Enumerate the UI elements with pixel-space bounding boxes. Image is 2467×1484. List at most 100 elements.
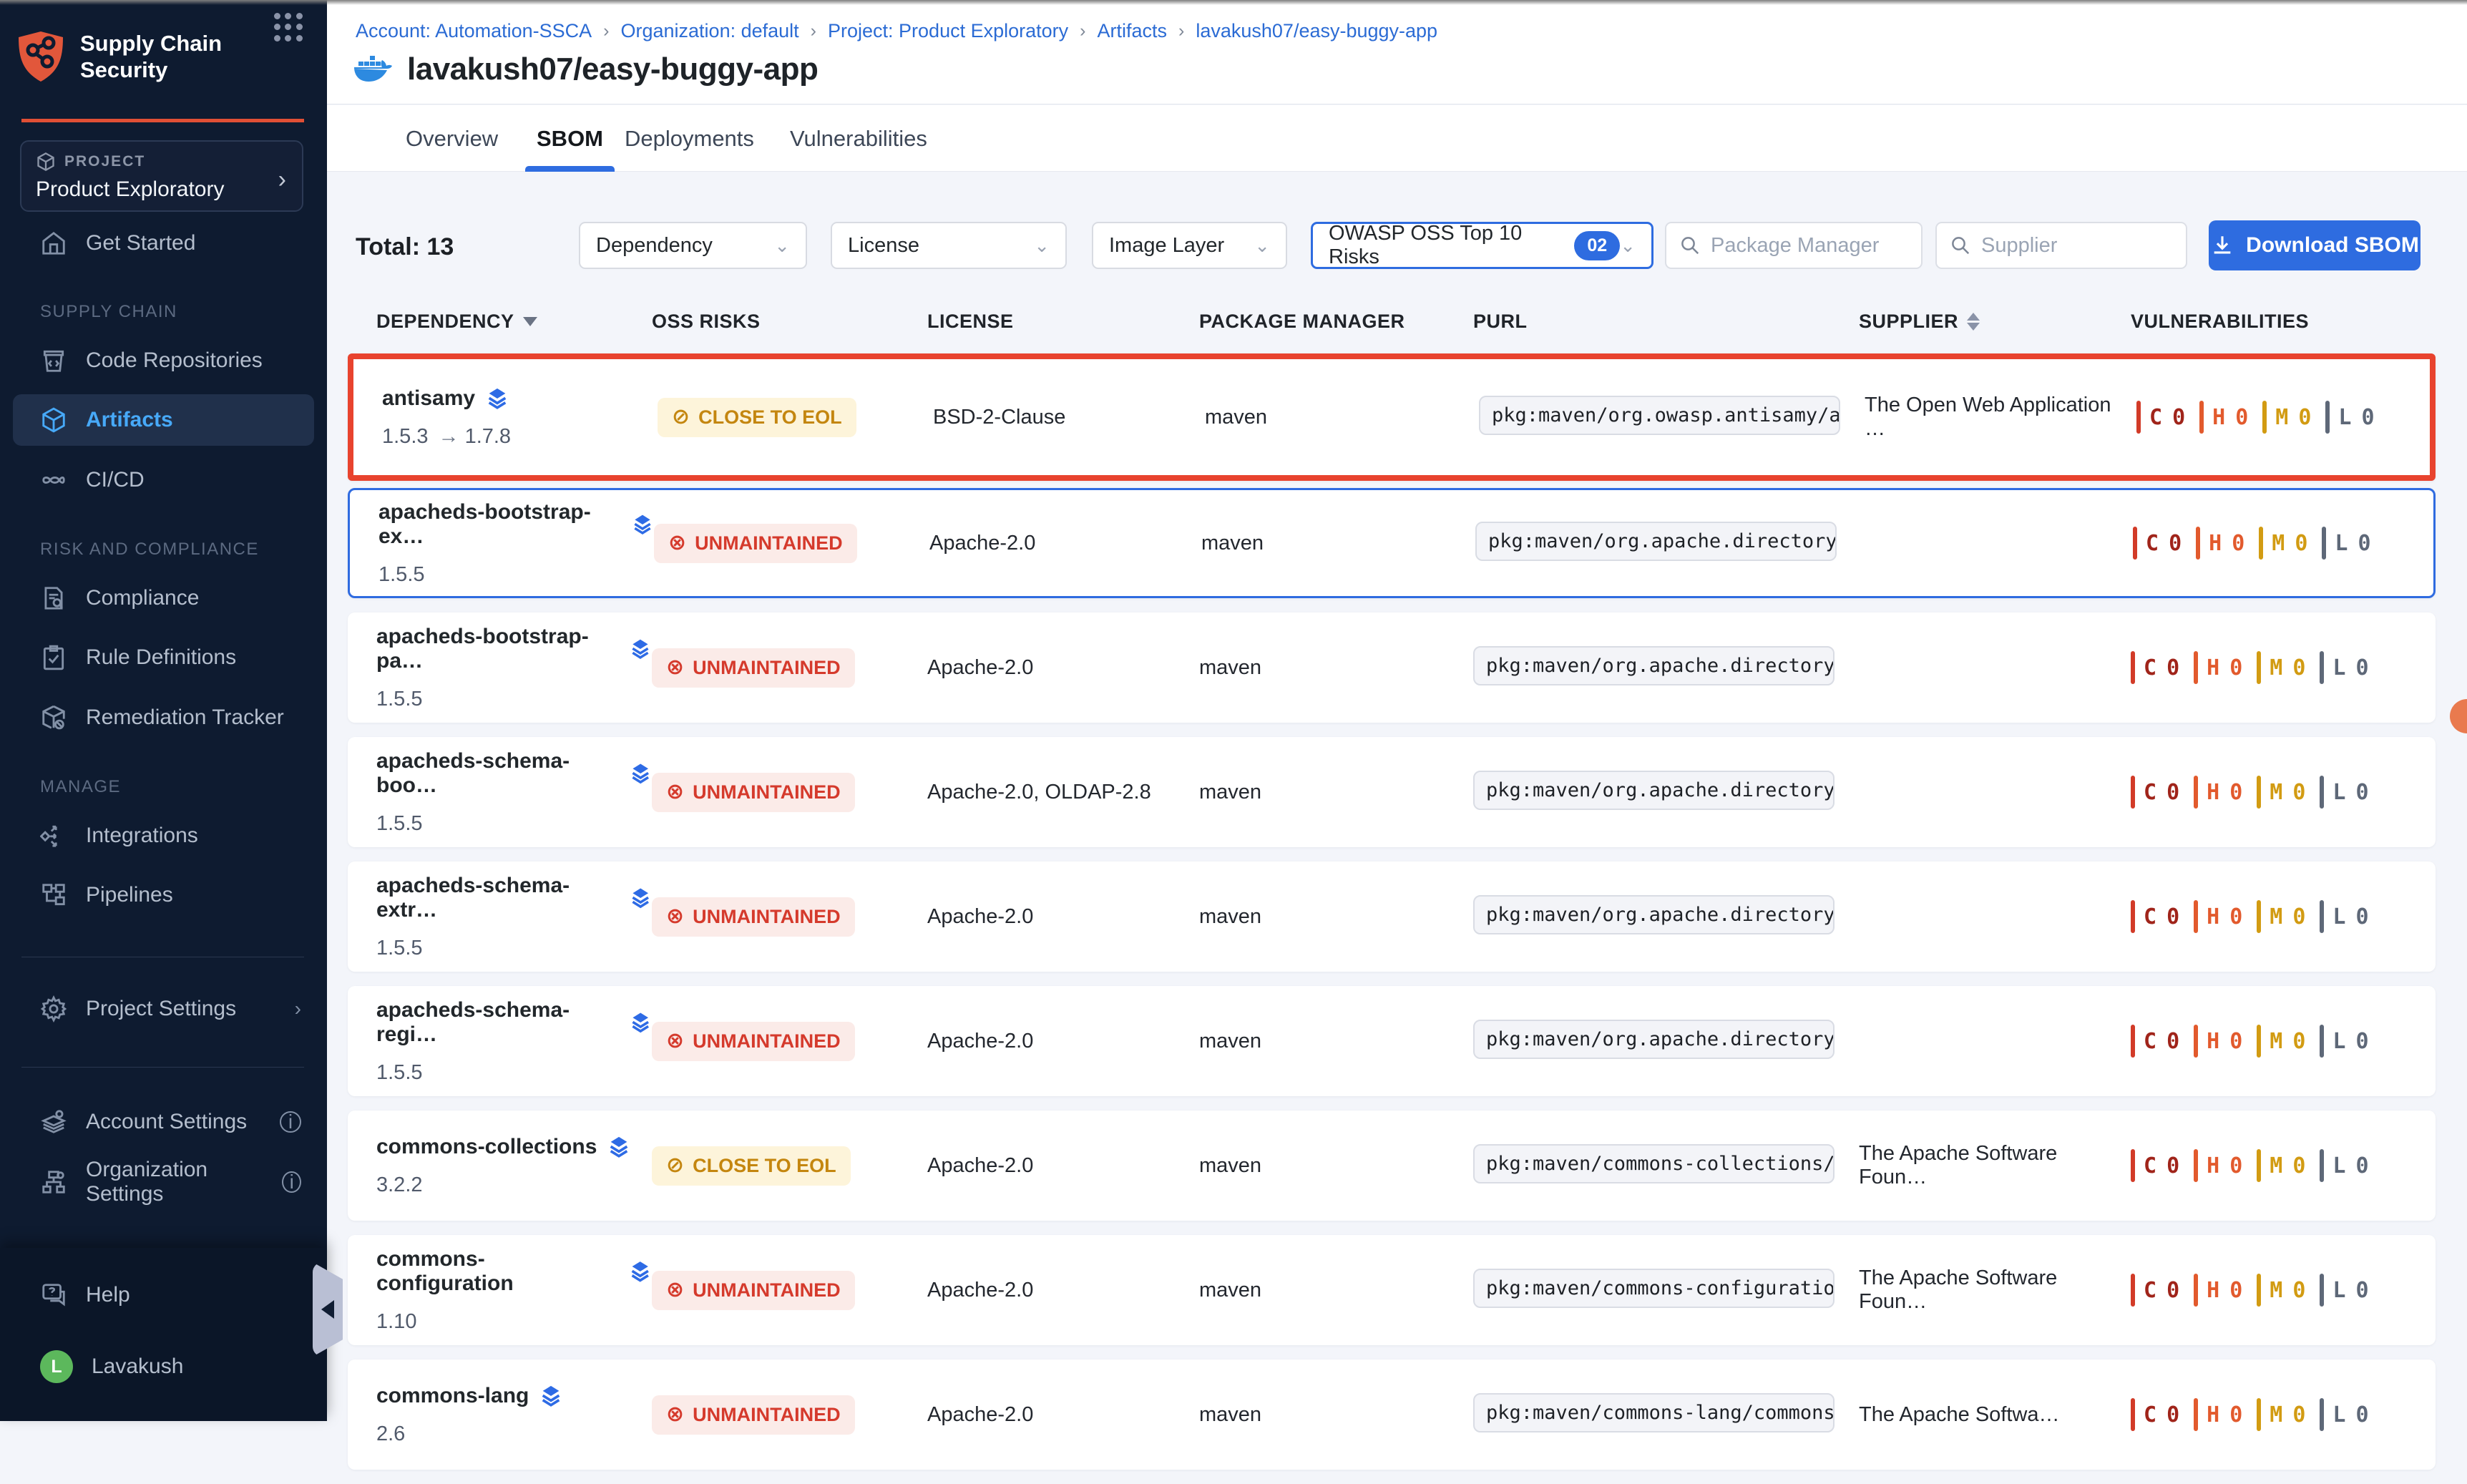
purl-value[interactable]: pkg:maven/commons-configuration/… bbox=[1473, 1269, 1835, 1308]
filter-image-layer[interactable]: Image Layer⌄ bbox=[1092, 222, 1287, 269]
package-manager-cell: maven bbox=[1199, 1403, 1473, 1427]
tab-deployments[interactable]: Deployments bbox=[625, 105, 754, 172]
info-icon[interactable]: i bbox=[282, 1171, 301, 1193]
chevron-separator: › bbox=[1178, 21, 1184, 42]
table-row[interactable]: commons-configuration 1.10 UNMAINTAINED … bbox=[348, 1235, 2436, 1345]
column-supplier[interactable]: SUPPLIER bbox=[1859, 311, 2131, 333]
info-icon[interactable]: i bbox=[280, 1111, 301, 1133]
sidebar-item-compliance[interactable]: Compliance bbox=[0, 572, 327, 624]
high-count: H0 bbox=[2194, 1398, 2242, 1431]
risk-badge-icon bbox=[666, 1030, 684, 1052]
org-hierarchy-gear-icon bbox=[40, 1168, 67, 1196]
sidebar-item-project-settings[interactable]: Project Settings › bbox=[0, 983, 327, 1035]
search-icon bbox=[1679, 235, 1701, 256]
sidebar-item-remediation-tracker[interactable]: Remediation Tracker bbox=[0, 692, 327, 743]
medium-count: M0 bbox=[2259, 527, 2307, 560]
home-icon bbox=[40, 230, 67, 257]
filter-dependency[interactable]: Dependency⌄ bbox=[579, 222, 807, 269]
table-row[interactable]: commons-collections 3.2.2 CLOSE TO EOL A… bbox=[348, 1110, 2436, 1221]
sidebar-item-get-started[interactable]: Get Started bbox=[0, 218, 327, 269]
dependency-cell: apacheds-bootstrap-pa… 1.5.5 bbox=[376, 625, 652, 711]
purl-value[interactable]: pkg:maven/org.apache.directory.s… bbox=[1475, 522, 1837, 561]
dependency-cell: apacheds-schema-boo… 1.5.5 bbox=[376, 749, 652, 836]
chevron-down-icon: ⌄ bbox=[1620, 235, 1636, 257]
purl-value[interactable]: pkg:maven/org.apache.directory.s… bbox=[1473, 1020, 1835, 1059]
column-vulnerabilities: VULNERABILITIES bbox=[2131, 311, 2436, 333]
table-row[interactable]: apacheds-schema-boo… 1.5.5 UNMAINTAINED … bbox=[348, 737, 2436, 847]
purl-value[interactable]: pkg:maven/org.apache.directory.s… bbox=[1473, 646, 1835, 685]
breadcrumb-account[interactable]: Account: Automation-SSCA bbox=[356, 20, 592, 42]
sidebar-item-rule-definitions[interactable]: Rule Definitions bbox=[0, 632, 327, 683]
sidebar: Supply Chain Security PROJECT Product Ex… bbox=[0, 0, 327, 1421]
dependency-cell: antisamy 1.5.3 → 1.7.8 bbox=[382, 386, 658, 449]
vulnerabilities-cell: C0 H0 M0 L0 bbox=[2131, 776, 2436, 809]
breadcrumb-organization[interactable]: Organization: default bbox=[621, 20, 799, 42]
table-row[interactable]: apacheds-bootstrap-ex… 1.5.5 UNMAINTAINE… bbox=[348, 488, 2436, 598]
dependency-name: antisamy bbox=[382, 386, 475, 411]
table-row[interactable]: apacheds-schema-regi… 1.5.5 UNMAINTAINED… bbox=[348, 986, 2436, 1096]
oss-risk-cell: UNMAINTAINED bbox=[652, 1271, 927, 1310]
gear-icon bbox=[40, 995, 67, 1022]
app-switcher-grid-icon[interactable] bbox=[274, 13, 303, 42]
vulnerabilities-cell: C0 H0 M0 L0 bbox=[2131, 651, 2436, 684]
layers-icon bbox=[539, 1384, 563, 1408]
sidebar-item-integrations[interactable]: Integrations bbox=[0, 810, 327, 861]
sidebar-item-pipelines[interactable]: Pipelines bbox=[0, 869, 327, 921]
breadcrumb-artifact-name[interactable]: lavakush07/easy-buggy-app bbox=[1196, 20, 1437, 42]
shield-logo-icon bbox=[17, 30, 64, 83]
artifact-box-icon bbox=[40, 406, 67, 434]
critical-count: C0 bbox=[2131, 776, 2179, 809]
table-row[interactable]: commons-lang 2.6 UNMAINTAINED Apache-2.0… bbox=[348, 1359, 2436, 1470]
sidebar-item-help[interactable]: Help bbox=[0, 1269, 327, 1321]
chevron-down-icon: ⌄ bbox=[1034, 235, 1050, 257]
layers-icon bbox=[607, 1135, 631, 1159]
sidebar-item-code-repositories[interactable]: Code Repositories bbox=[0, 335, 327, 386]
sidebar-item-account-settings[interactable]: Account Settings i bbox=[0, 1096, 327, 1148]
purl-value[interactable]: pkg:maven/org.apache.directory.s… bbox=[1473, 895, 1835, 934]
low-count: L0 bbox=[2320, 1025, 2368, 1058]
filter-license[interactable]: License⌄ bbox=[831, 222, 1067, 269]
vulnerabilities-cell: C0 H0 M0 L0 bbox=[2131, 1025, 2436, 1058]
package-manager-cell: maven bbox=[1201, 532, 1475, 555]
purl-cell: pkg:maven/org.apache.directory.s… bbox=[1473, 646, 1859, 689]
table-row[interactable]: antisamy 1.5.3 → 1.7.8 CLOSE TO EOL BSD-… bbox=[348, 353, 2436, 481]
risk-badge-icon bbox=[666, 1155, 684, 1176]
sidebar-item-artifacts[interactable]: Artifacts bbox=[13, 394, 314, 446]
risk-badge: UNMAINTAINED bbox=[652, 1395, 855, 1435]
license-cell: Apache-2.0 bbox=[927, 1154, 1199, 1178]
purl-value[interactable]: pkg:maven/commons-lang/commons-l… bbox=[1473, 1393, 1835, 1432]
package-manager-input[interactable] bbox=[1711, 234, 1908, 258]
breadcrumb-artifacts[interactable]: Artifacts bbox=[1097, 20, 1167, 42]
column-oss-risks: OSS RISKS bbox=[652, 311, 927, 333]
screenshot-top-edge bbox=[0, 0, 2467, 5]
purl-value[interactable]: pkg:maven/org.apache.directory.s… bbox=[1473, 771, 1835, 810]
tab-overview[interactable]: Overview bbox=[406, 105, 498, 172]
low-count: L0 bbox=[2320, 651, 2368, 684]
filter-owasp-risks[interactable]: OWASP OSS Top 10 Risks 02 ⌄ bbox=[1311, 222, 1653, 269]
column-dependency[interactable]: DEPENDENCY bbox=[376, 311, 652, 333]
breadcrumb: Account: Automation-SSCA › Organization: … bbox=[356, 20, 1437, 42]
license-cell: BSD-2-Clause bbox=[933, 406, 1205, 429]
user-menu[interactable]: L Lavakush bbox=[0, 1341, 327, 1392]
table-row[interactable]: apacheds-schema-extr… 1.5.5 UNMAINTAINED… bbox=[348, 861, 2436, 972]
purl-value[interactable]: pkg:maven/commons-collections/co… bbox=[1473, 1144, 1835, 1183]
purl-cell: pkg:maven/org.apache.directory.s… bbox=[1473, 895, 1859, 938]
tab-sbom[interactable]: SBOM bbox=[537, 105, 603, 172]
download-sbom-button[interactable]: Download SBOM bbox=[2209, 220, 2420, 270]
supplier-input[interactable] bbox=[1981, 234, 2173, 258]
dependency-cell: apacheds-schema-regi… 1.5.5 bbox=[376, 998, 652, 1085]
sidebar-item-cicd[interactable]: CI/CD bbox=[0, 454, 327, 506]
high-count: H0 bbox=[2194, 776, 2242, 809]
project-selector[interactable]: PROJECT Product Exploratory › bbox=[20, 140, 303, 212]
main-content: Account: Automation-SSCA › Organization: … bbox=[327, 0, 2467, 1421]
breadcrumb-project[interactable]: Project: Product Exploratory bbox=[828, 20, 1068, 42]
sidebar-item-organization-settings[interactable]: Organization Settings i bbox=[0, 1156, 327, 1208]
critical-count: C0 bbox=[2136, 401, 2185, 434]
risk-badge: UNMAINTAINED bbox=[652, 648, 855, 688]
purl-value[interactable]: pkg:maven/org.owasp.antisamy/ant… bbox=[1479, 396, 1840, 435]
purl-cell: pkg:maven/org.apache.directory.s… bbox=[1475, 522, 1861, 565]
table-row[interactable]: apacheds-bootstrap-pa… 1.5.5 UNMAINTAINE… bbox=[348, 612, 2436, 723]
chevron-right-icon: › bbox=[278, 166, 286, 194]
medium-count: M0 bbox=[2257, 900, 2305, 933]
tab-vulnerabilities[interactable]: Vulnerabilities bbox=[790, 105, 927, 172]
